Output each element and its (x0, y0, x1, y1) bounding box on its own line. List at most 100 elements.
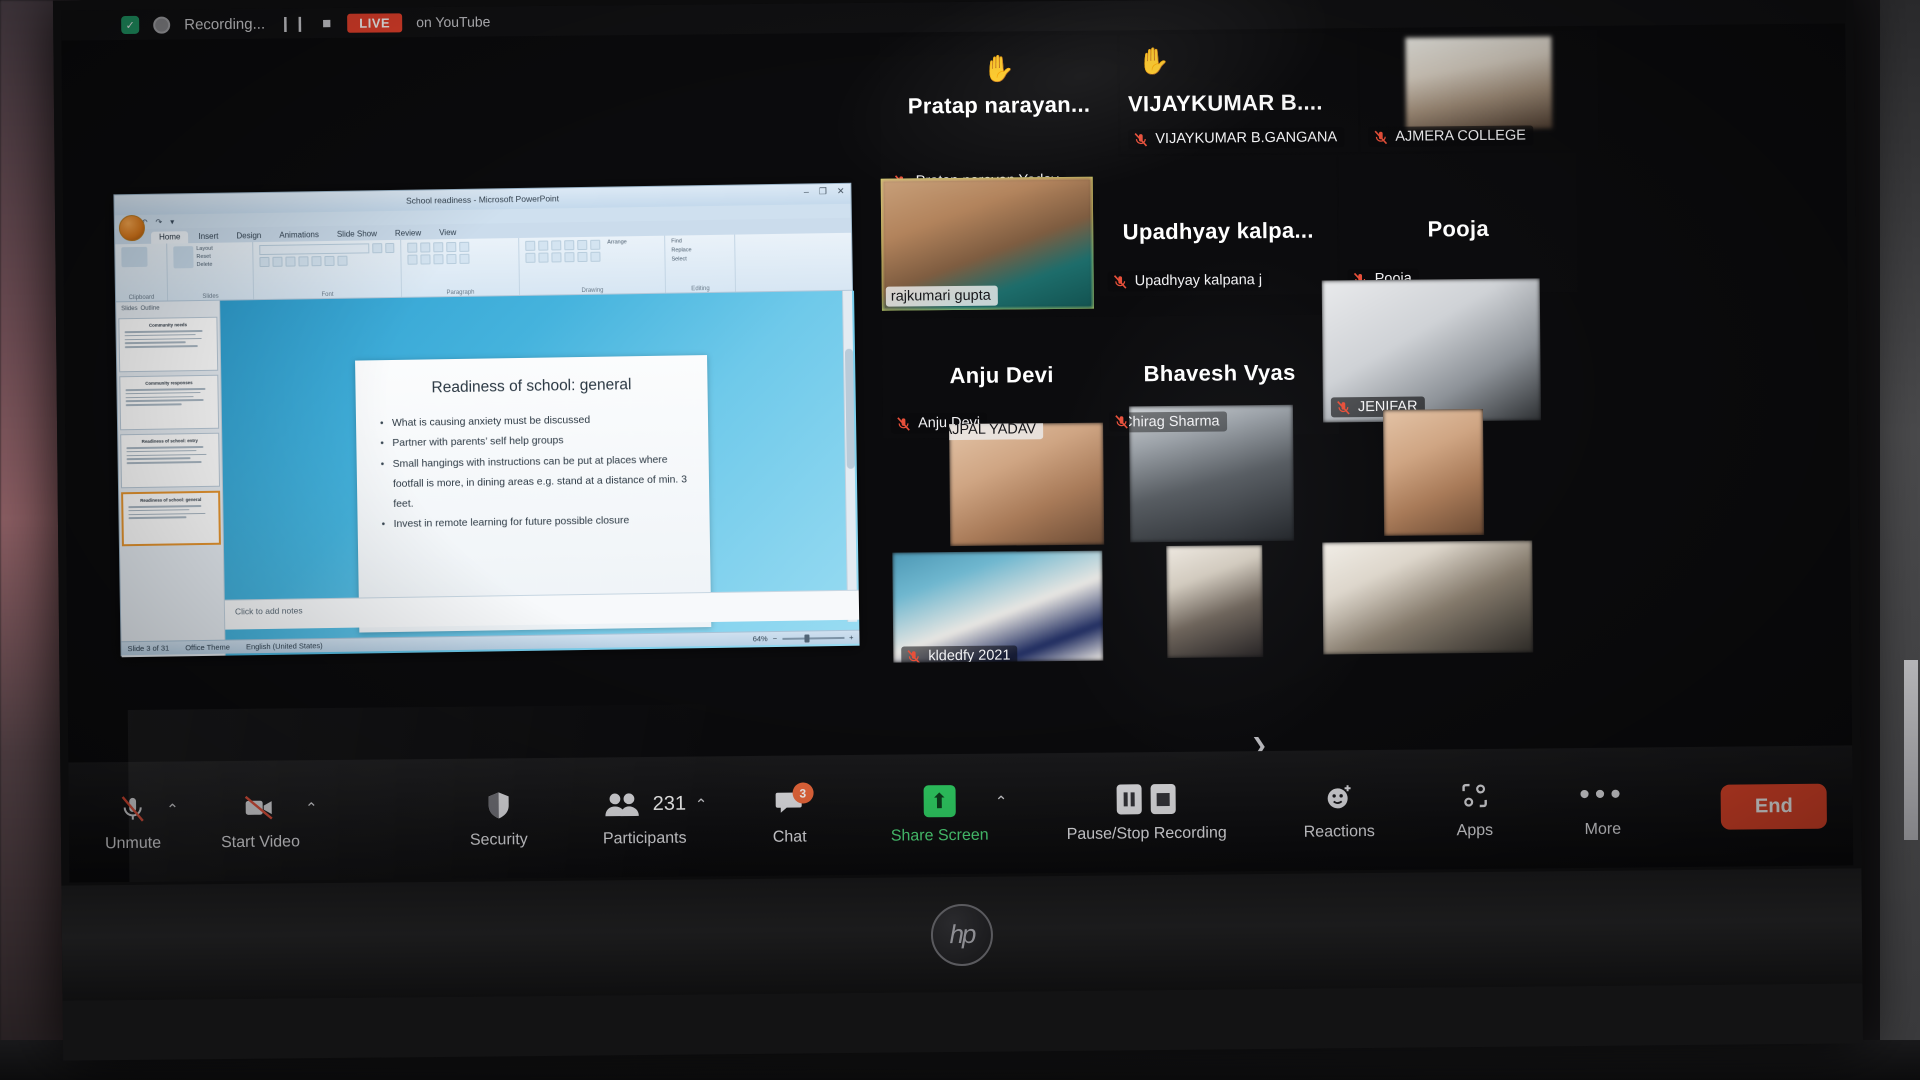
pause-stop-recording-button[interactable]: Pause/Stop Recording (1051, 780, 1242, 844)
ribbon-tab-home[interactable]: Home (151, 231, 189, 244)
participant-display-name: Bhavesh Vyas (1143, 359, 1296, 386)
slide-thumbnail-2-title: Community responses (145, 380, 193, 386)
chat-label: Chat (772, 828, 807, 846)
stop-icon[interactable]: ■ (322, 14, 333, 31)
participant-tile-makvana-rajubhai[interactable]: MAKVANA RAJUBHAI (1322, 540, 1534, 655)
slide-counter: Slide 3 of 31 (127, 643, 170, 654)
ribbon-cmd-reset[interactable]: Reset (196, 254, 213, 260)
zoom-control[interactable]: 64% − + (753, 633, 860, 644)
pause-stop-recording-label: Pause/Stop Recording (1066, 824, 1227, 843)
participant-name-label: VIJAYKUMAR B.GANGANA (1128, 127, 1345, 150)
shared-powerpoint-window[interactable]: School readiness - Microsoft PowerPoint … (113, 182, 860, 658)
slide-thumbnail-pane[interactable]: Slides Outline Community needs Community (116, 300, 226, 658)
participant-name-text: Upadhyay kalpana j (1134, 272, 1263, 290)
ribbon-group-paragraph: Paragraph (401, 237, 521, 297)
participant-name-label: RAJPAL YADAV (949, 422, 1044, 441)
ribbon-cmd-layout[interactable]: Layout (196, 246, 213, 252)
ribbon-cmd-select[interactable]: Select (671, 256, 728, 262)
slide-thumbnail-1-title: Community needs (148, 322, 188, 328)
restore-icon[interactable]: ❐ (819, 186, 827, 197)
participant-tile-chirag-sharma[interactable]: Chirag Sharma (1128, 404, 1295, 543)
ribbon-cmd-arrange[interactable]: Arrange (607, 239, 627, 249)
ribbon-tab-review[interactable]: Review (387, 227, 429, 240)
ribbon-tab-animations[interactable]: Animations (271, 229, 327, 242)
room-background-right (1880, 0, 1920, 1080)
ribbon-cmd-delete[interactable]: Delete (196, 262, 213, 268)
slide-title: Readiness of school: general (431, 376, 632, 397)
slide-thumbnail-4[interactable]: Readiness of school: general (121, 490, 221, 547)
chevron-up-icon[interactable]: ⌃ (995, 793, 1008, 811)
participant-name-text: Chirag Sharma (1128, 413, 1220, 431)
tab-slides[interactable]: Slides (121, 306, 137, 312)
end-meeting-button[interactable]: End (1720, 783, 1827, 830)
participant-tile-pooja[interactable]: Pooja Pooja (1338, 152, 1578, 295)
minimize-icon[interactable]: – (804, 186, 809, 197)
tab-outline[interactable]: Outline (141, 306, 160, 312)
participant-tile-ajmera-college[interactable]: AJMERA COLLEGE (1359, 29, 1599, 153)
participant-tile-jenifar[interactable]: JENIFAR (1321, 278, 1542, 423)
ribbon-tab-insert[interactable]: Insert (190, 231, 226, 244)
close-icon[interactable]: ✕ (837, 186, 845, 197)
more-button[interactable]: ••• More (1564, 776, 1641, 839)
reactions-button[interactable]: Reactions (1293, 779, 1385, 842)
stop-icon[interactable] (1150, 783, 1177, 815)
participant-display-name: Pooja (1427, 215, 1490, 242)
ribbon-group-clipboard: Clipboard (115, 243, 169, 302)
participant-tile-upadhyay-kalpana-j[interactable]: Upadhyay kalpa... Upadhyay kalpana j (1098, 154, 1338, 297)
participant-video-feed (949, 422, 1105, 547)
live-badge: LIVE (347, 12, 403, 33)
outline-tab-strip: Slides Outline (118, 303, 217, 315)
ribbon-group-clipboard-label: Clipboard (128, 294, 155, 302)
zoom-in-icon[interactable]: + (849, 633, 854, 642)
chat-button[interactable]: 3 Chat (751, 782, 828, 847)
slide-thumbnail-2[interactable]: Community responses (119, 374, 220, 431)
zoom-slider[interactable] (782, 633, 845, 643)
participant-tile-pratap-narayan-yadav[interactable]: ✋ Pratap narayan... Pratap narayan Yadav (879, 34, 1119, 197)
ribbon-tab-slide-show[interactable]: Slide Show (329, 228, 385, 241)
chevron-up-icon[interactable]: ⌃ (166, 800, 179, 818)
shield-icon (485, 787, 511, 823)
start-video-button[interactable]: Start Video ⌃ (211, 789, 318, 852)
pause-icon[interactable]: ❙❙ (279, 14, 308, 32)
participant-tile-rajpal-yadav[interactable]: RAJPAL YADAV (949, 422, 1105, 547)
participant-display-name: Anju Devi (949, 361, 1054, 388)
record-dot-icon[interactable] (153, 16, 171, 34)
ribbon-tab-view[interactable]: View (431, 227, 464, 240)
participant-name-text: VIJAYKUMAR B.GANGANA (1155, 129, 1338, 148)
participant-name-label: kldedfy 2021 (901, 645, 1018, 663)
participant-tile-anju-devi[interactable]: Anju Devi Anju Devi (882, 316, 1122, 439)
participant-tile-rajkumari-gupta[interactable]: rajkumari gupta (880, 176, 1094, 311)
zoom-meeting-window: ✓ Recording... ❙❙ ■ LIVE on YouTube Scho… (61, 0, 1854, 883)
apps-button[interactable]: Apps (1436, 778, 1513, 841)
participant-tile-kldedfy-2021[interactable]: kldedfy 2021 (892, 550, 1104, 663)
raised-hand-icon: ✋ (1137, 45, 1171, 77)
participant-tile-chavda-amarsinh[interactable]: Chavda Amarsinh (1166, 545, 1264, 658)
security-button[interactable]: Security (459, 787, 537, 850)
participant-tile-vijaykumar-b-gangana[interactable]: ✋ VIJAYKUMAR B.... VIJAYKUMAR B.GANGANA (1119, 32, 1359, 155)
slide-thumbnail-3[interactable]: Readiness of school: entry (120, 432, 221, 489)
current-slide[interactable]: Readiness of school: general What is cau… (355, 355, 712, 633)
ribbon-tab-design[interactable]: Design (228, 230, 269, 243)
chevron-up-icon[interactable]: ⌃ (695, 795, 708, 813)
chevron-up-icon[interactable]: ⌃ (305, 799, 318, 817)
participants-button[interactable]: 231 Participants ⌃ (589, 785, 708, 848)
redo-icon[interactable]: ↷ (155, 217, 162, 226)
slide-thumbnail-4-title: Readiness of school: general (140, 497, 202, 503)
ribbon-group-font: Font (253, 239, 403, 300)
participant-name-text: RAJPAL YADAV (949, 422, 1037, 439)
apps-icon (1459, 778, 1489, 814)
participant-name-label: Upadhyay kalpana j (1107, 270, 1270, 292)
zoom-slider-thumb[interactable] (804, 633, 810, 643)
share-screen-button[interactable]: ⬆ Share Screen ⌃ (879, 783, 1007, 846)
share-screen-label: Share Screen (890, 826, 989, 845)
zoom-out-icon[interactable]: − (773, 634, 778, 643)
slide-thumbnail-1[interactable]: Community needs (118, 316, 219, 373)
ribbon-cmd-find[interactable]: Find (671, 238, 728, 244)
ribbon-cmd-replace[interactable]: Replace (671, 247, 728, 253)
participant-tile-prashant-s-palkandwar[interactable]: prashant s palkandwar (1382, 408, 1485, 536)
mic-off-icon (118, 791, 148, 827)
customize-icon[interactable]: ▾ (170, 217, 174, 226)
unmute-button[interactable]: Unmute ⌃ (95, 791, 179, 854)
pause-icon[interactable] (1116, 784, 1143, 815)
notes-placeholder: Click to add notes (234, 605, 303, 617)
